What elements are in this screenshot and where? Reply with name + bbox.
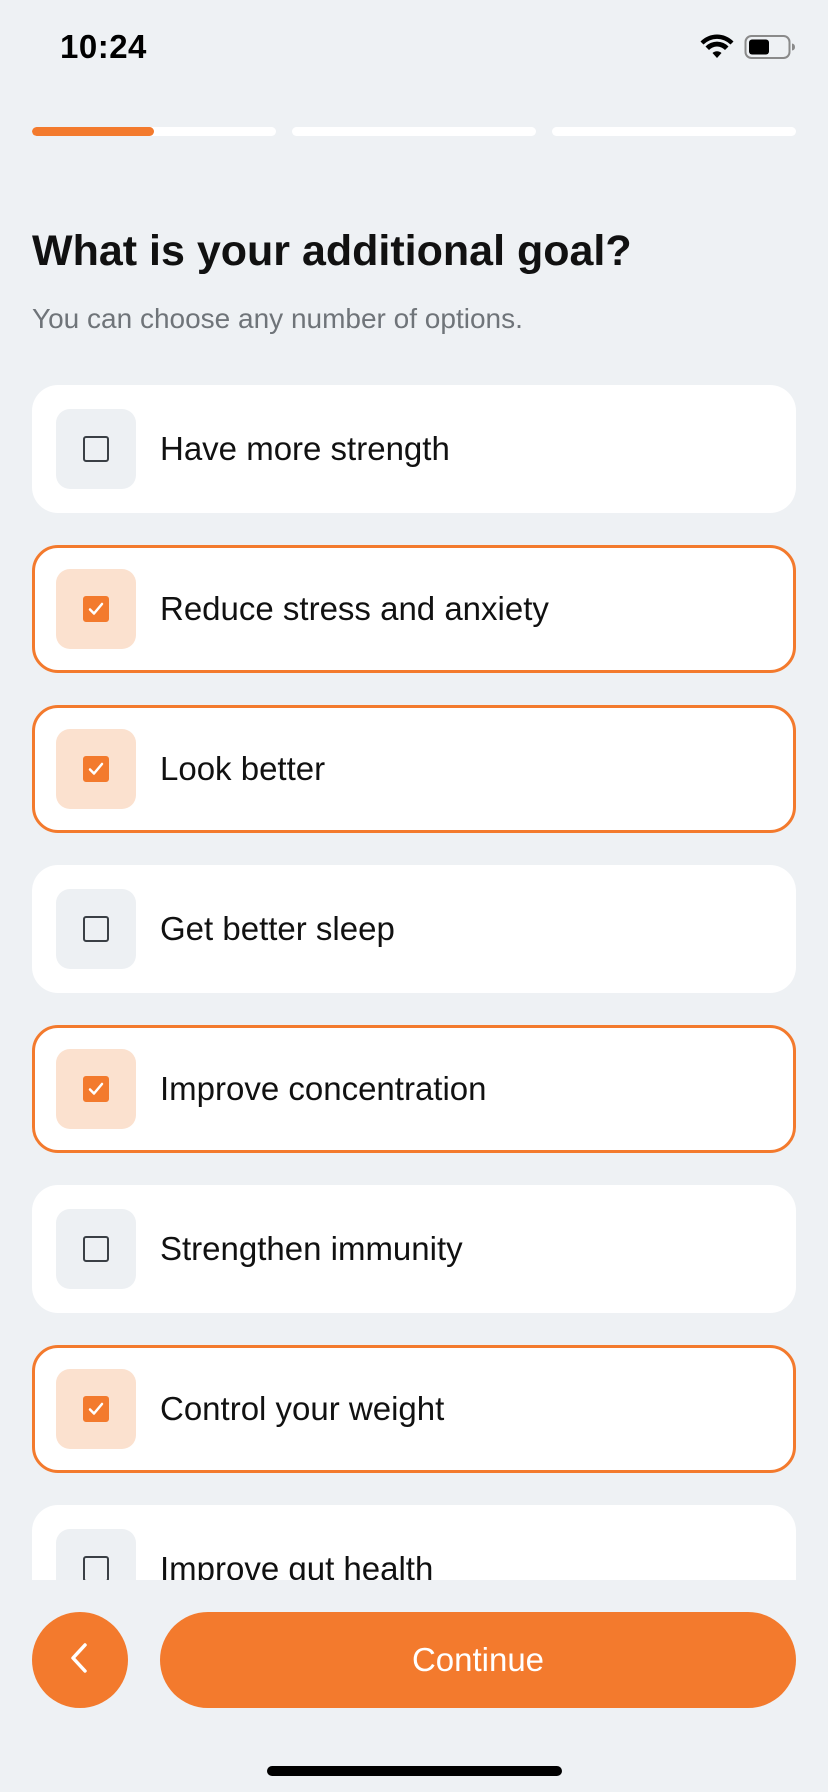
checkbox[interactable] <box>56 729 136 809</box>
goal-option-label: Control your weight <box>160 1390 445 1427</box>
checkmark-icon <box>83 1076 109 1102</box>
options-list[interactable]: Have more strength Reduce stress and anxi… <box>0 385 828 1580</box>
checkbox[interactable] <box>56 409 136 489</box>
empty-checkbox-icon <box>83 436 109 462</box>
checkbox[interactable] <box>56 569 136 649</box>
footer: Continue <box>0 1580 828 1792</box>
goal-option[interactable]: Control your weight <box>32 1345 796 1473</box>
goal-option[interactable]: Reduce stress and anxiety <box>32 545 796 673</box>
goal-option-label: Have more strength <box>160 430 450 467</box>
progress-segment <box>32 127 276 136</box>
continue-button[interactable]: Continue <box>160 1612 796 1708</box>
checkbox[interactable] <box>56 1529 136 1580</box>
progress-segment <box>292 127 536 136</box>
goal-option-label: Look better <box>160 750 326 787</box>
checkbox[interactable] <box>56 1209 136 1289</box>
empty-checkbox-icon <box>83 916 109 942</box>
goal-option-label: Strengthen immunity <box>160 1230 463 1267</box>
checkbox[interactable] <box>56 889 136 969</box>
progress-bar <box>32 127 796 136</box>
empty-checkbox-icon <box>83 1236 109 1262</box>
status-icons <box>700 34 796 65</box>
status-time: 10:24 <box>60 28 147 65</box>
goal-option-label: Reduce stress and anxiety <box>160 590 549 627</box>
goal-option-label: Improve gut health <box>160 1550 434 1580</box>
page-title: What is your additional goal? <box>32 227 632 275</box>
goal-option-label: Get better sleep <box>160 910 395 947</box>
goal-option[interactable]: Improve concentration <box>32 1025 796 1153</box>
checkbox[interactable] <box>56 1049 136 1129</box>
chevron-left-icon <box>65 1640 95 1681</box>
checkmark-icon <box>83 756 109 782</box>
progress-segment <box>552 127 796 136</box>
page-subtitle: You can choose any number of options. <box>32 303 523 334</box>
goal-option[interactable]: Look better <box>32 705 796 833</box>
checkmark-icon <box>83 1396 109 1422</box>
wifi-icon <box>700 34 734 65</box>
goal-option[interactable]: Strengthen immunity <box>32 1185 796 1313</box>
status-bar: 10:24 <box>0 0 828 100</box>
checkmark-icon <box>83 596 109 622</box>
goal-option[interactable]: Have more strength <box>32 385 796 513</box>
goal-option[interactable]: Improve gut health <box>32 1505 796 1580</box>
back-button[interactable] <box>32 1612 128 1708</box>
checkbox[interactable] <box>56 1369 136 1449</box>
goal-option-label: Improve concentration <box>160 1070 487 1107</box>
battery-icon <box>744 34 796 65</box>
goal-option[interactable]: Get better sleep <box>32 865 796 993</box>
progress-fill <box>32 127 154 136</box>
home-indicator <box>267 1766 562 1776</box>
empty-checkbox-icon <box>83 1556 109 1580</box>
